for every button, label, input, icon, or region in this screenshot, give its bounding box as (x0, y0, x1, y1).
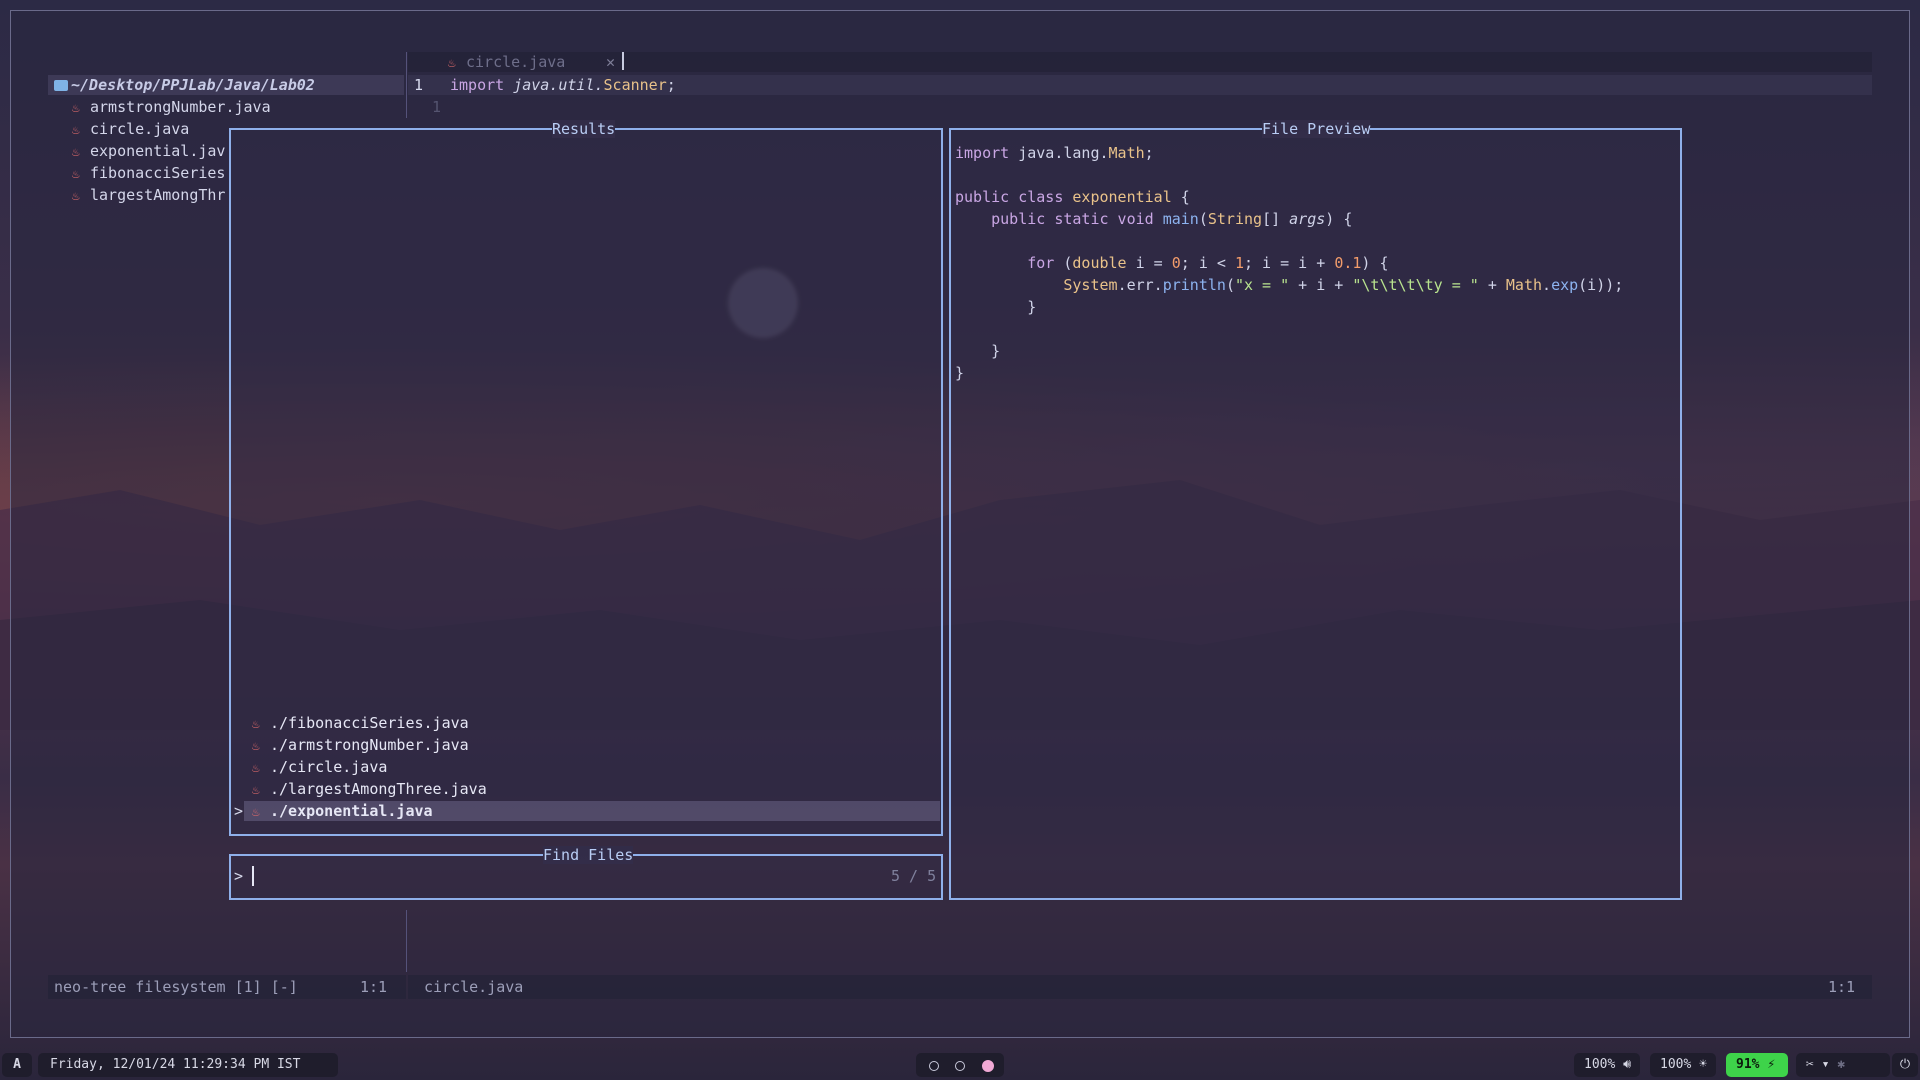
java-icon: ♨ (72, 145, 80, 160)
status-filename: circle.java (424, 978, 524, 996)
tools-icon[interactable]: ✂ (1806, 1057, 1814, 1072)
java-icon: ♨ (72, 101, 80, 116)
bluetooth-icon[interactable]: ✱ (1837, 1057, 1845, 1072)
workspace-1[interactable] (929, 1061, 939, 1071)
java-icon: ♨ (72, 167, 80, 182)
status-cursor-position: 1:1 (1828, 978, 1856, 996)
results-title: Results (552, 120, 616, 138)
power-button[interactable]: ⏻ (1892, 1053, 1918, 1077)
result-item[interactable]: ♨ ./fibonacciSeries.java (244, 713, 940, 733)
folder-icon (54, 80, 68, 91)
neo-tree-cursor-position: 1:1 (360, 978, 388, 996)
java-icon: ♨ (72, 189, 80, 204)
tab-circle-java[interactable]: ♨ circle.java (448, 52, 565, 74)
tabline (408, 52, 1872, 72)
neo-tree-status-label: neo-tree filesystem [1] [-] (54, 978, 298, 996)
find-files-panel: Find Files (229, 846, 943, 900)
input-cursor (252, 866, 254, 886)
tree-root-folder[interactable]: ~/Desktop/PPJLab/Java/Lab02 (48, 75, 404, 95)
neo-tree-statusline: neo-tree filesystem [1] [-] 1:1 (48, 975, 406, 999)
battery-indicator[interactable]: 91% ⚡ (1726, 1053, 1788, 1077)
find-prompt: > (234, 867, 244, 885)
workspace-3-active[interactable] (982, 1060, 994, 1072)
window-separator (406, 52, 407, 118)
java-icon: ♨ (72, 123, 80, 138)
charging-icon: ⚡ (1767, 1057, 1776, 1072)
line-number: 1 (414, 76, 424, 94)
clock[interactable]: Friday, 12/01/24 11:29:34 PM IST (38, 1053, 338, 1077)
system-tray: ✂ ▾ ✱ (1796, 1053, 1890, 1077)
launcher-button[interactable]: A (2, 1053, 32, 1077)
result-item[interactable]: ♨ ./armstrongNumber.java (244, 735, 940, 755)
tree-item[interactable]: ♨ fibonacciSeries (72, 163, 225, 185)
tree-root-label: ~/Desktop/PPJLab/Java/Lab02 (71, 76, 315, 94)
java-icon: ♨ (252, 783, 260, 798)
result-item-selected[interactable]: ♨ ./exponential.java (244, 801, 940, 821)
tree-item[interactable]: ♨ exponential.jav (72, 141, 225, 163)
java-icon: ♨ (252, 805, 260, 820)
tree-item[interactable]: ♨ armstrongNumber.java (72, 97, 271, 119)
file-preview-code: import java.lang.Math; public class expo… (955, 144, 1624, 382)
file-preview-title: File Preview (1262, 120, 1371, 138)
workspace-2[interactable] (955, 1061, 965, 1071)
result-item[interactable]: ♨ ./circle.java (244, 757, 940, 777)
java-icon: ♨ (252, 761, 260, 776)
code-line[interactable]: import java.util.Scanner; (450, 75, 676, 95)
wifi-icon[interactable]: ▾ (1822, 1057, 1830, 1072)
java-icon: ♨ (252, 717, 260, 732)
find-files-title: Find Files (543, 846, 634, 864)
tree-item[interactable]: ♨ circle.java (72, 119, 189, 141)
volume-indicator[interactable]: 100% 🔊︎ (1574, 1053, 1640, 1077)
selection-marker: > (234, 802, 244, 820)
line-number: 1 (432, 98, 442, 116)
java-icon: ♨ (448, 56, 456, 71)
sun-icon: ☀ (1699, 1057, 1707, 1072)
result-counter: 5 / 5 (891, 867, 937, 885)
window-separator (406, 910, 407, 972)
brightness-indicator[interactable]: 100% ☀ (1650, 1053, 1716, 1077)
java-icon: ♨ (252, 739, 260, 754)
tab-close-icon[interactable]: ✕ (606, 52, 615, 72)
power-icon: ⏻ (1899, 1057, 1911, 1072)
speaker-icon: 🔊︎ (1623, 1057, 1632, 1072)
result-item[interactable]: ♨ ./largestAmongThree.java (244, 779, 940, 799)
arch-logo-icon: A (13, 1057, 21, 1072)
tab-cursor (622, 52, 624, 70)
editor-statusline: circle.java 1:1 (408, 975, 1872, 999)
tree-item[interactable]: ♨ largestAmongThr (72, 185, 225, 207)
